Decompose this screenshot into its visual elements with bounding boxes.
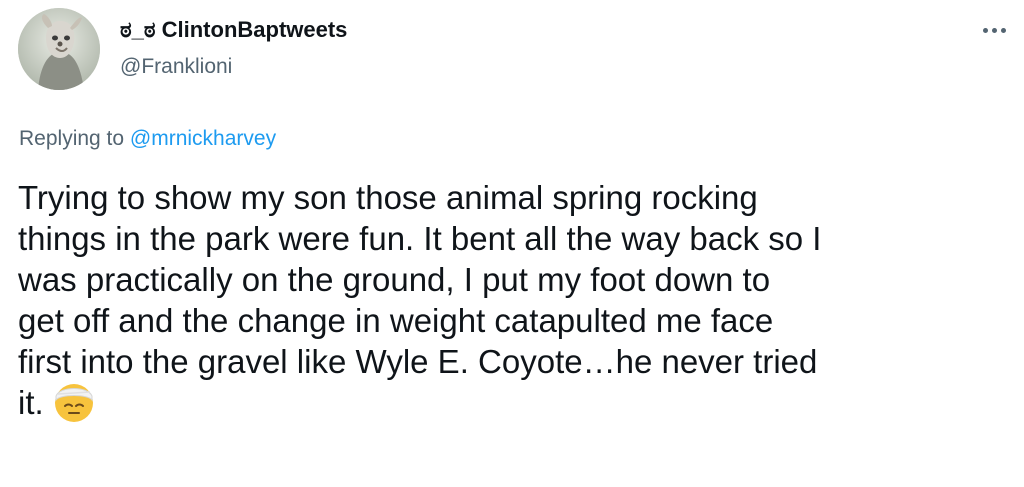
more-horizontal-icon[interactable] <box>978 22 1010 38</box>
tweet: ಠ_ಠ ClintonBaptweets @Franklioni Replyin… <box>0 0 1024 487</box>
tweet-text-line: it. <box>18 384 44 421</box>
tweet-text-line: Trying to show my son those animal sprin… <box>18 179 758 216</box>
tweet-text-line: first into the gravel like Wyle E. Coyot… <box>18 343 818 380</box>
tweet-text-line: get off and the change in weight catapul… <box>18 302 774 339</box>
tweet-text-line: things in the park were fun. It bent all… <box>18 220 822 257</box>
user-handle[interactable]: @Franklioni <box>120 54 232 80</box>
display-name[interactable]: ಠ_ಠ ClintonBaptweets <box>120 17 347 43</box>
replying-prefix: Replying to <box>19 127 125 150</box>
reply-mention-link[interactable]: @mrnickharvey <box>130 127 276 150</box>
replying-to: Replying to @mrnickharvey <box>19 125 276 153</box>
face-with-head-bandage-emoji <box>52 380 96 424</box>
tweet-text-line: was practically on the ground, I put my … <box>18 261 771 298</box>
avatar[interactable] <box>18 8 100 90</box>
tweet-text: Trying to show my son those animal sprin… <box>18 177 1018 424</box>
tweet-text-last-line: it. <box>18 382 1018 424</box>
